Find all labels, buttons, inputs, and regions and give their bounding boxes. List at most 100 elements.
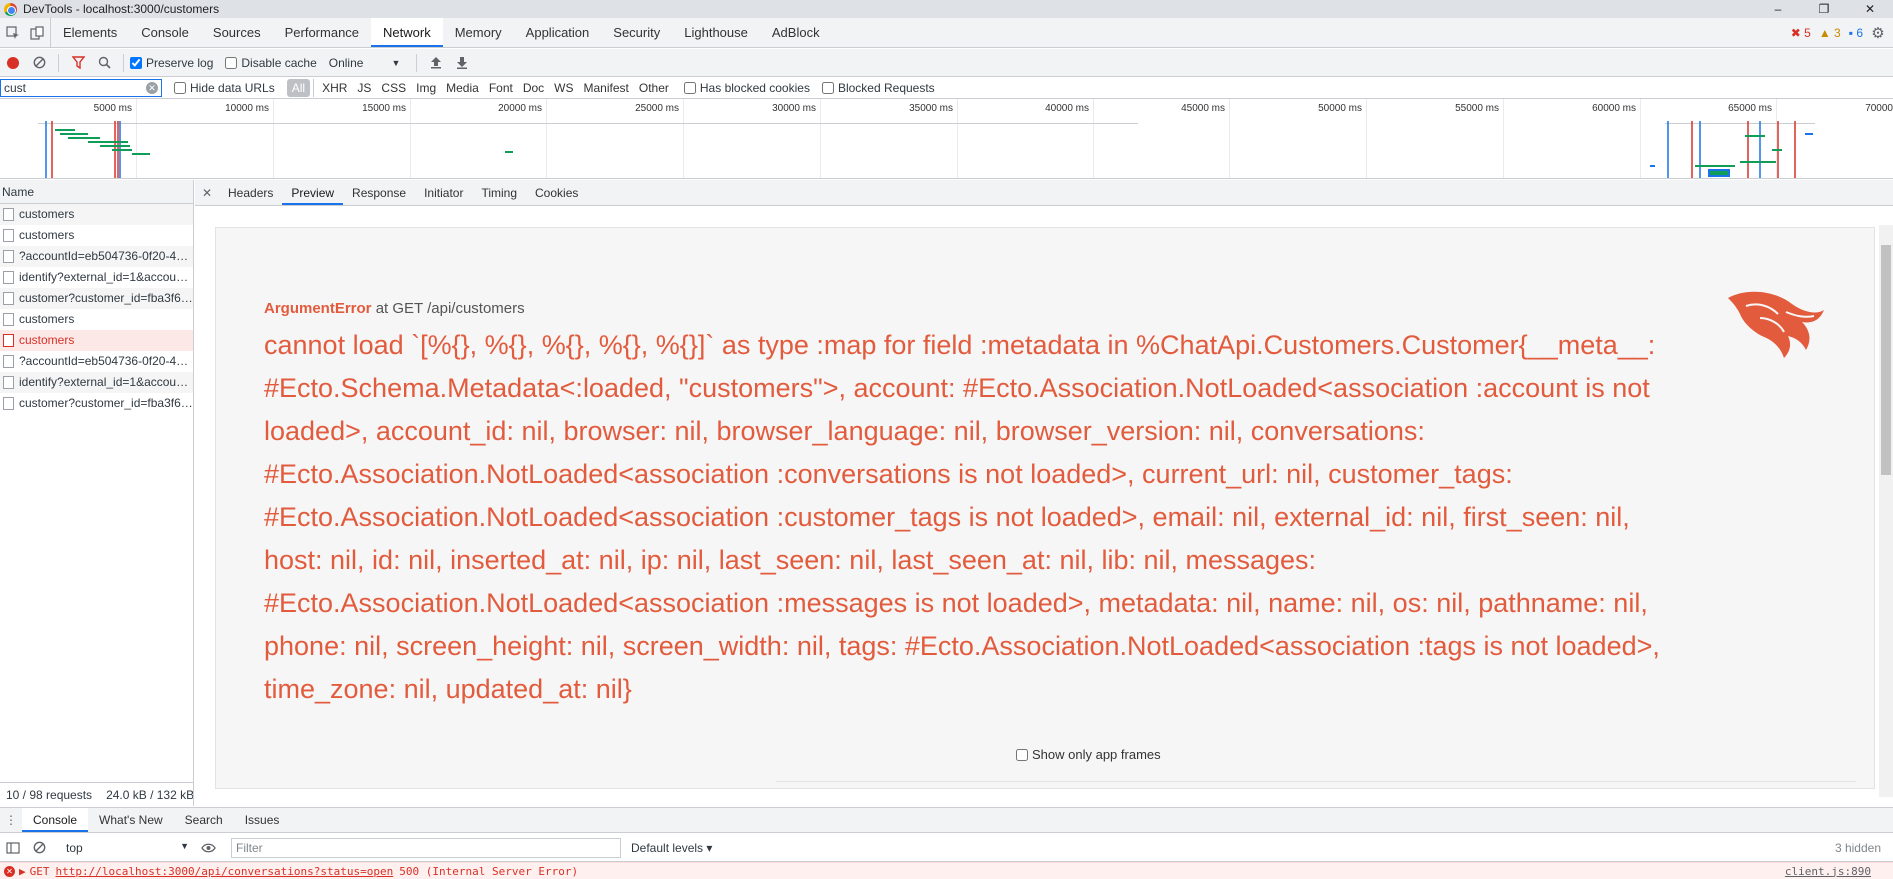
expand-arrow-icon[interactable]: ▶	[19, 865, 26, 878]
tab-adblock[interactable]: AdBlock	[760, 18, 832, 47]
overview-waterfall	[45, 121, 1813, 178]
hide-data-urls-checkbox[interactable]: Hide data URLs	[174, 81, 275, 95]
log-levels-select[interactable]: Default levels ▾	[631, 841, 712, 855]
request-row-selected-error[interactable]: customers	[0, 330, 193, 351]
export-har-button[interactable]	[449, 50, 475, 76]
drawer-tab-whats-new[interactable]: What's New	[88, 808, 174, 832]
request-row[interactable]: customers	[0, 309, 193, 330]
clear-filter-icon[interactable]: ✕	[146, 81, 158, 94]
execution-context-select[interactable]: top ▼	[60, 841, 195, 855]
request-url-link[interactable]: http://localhost:3000/api/conversations?…	[56, 865, 394, 878]
show-app-frames-checkbox[interactable]: Show only app frames	[1016, 747, 1161, 762]
error-name: ArgumentError	[264, 300, 372, 317]
blocked-requests-checkbox[interactable]: Blocked Requests	[821, 81, 935, 95]
has-blocked-cookies-input[interactable]	[683, 81, 696, 94]
import-har-button[interactable]	[423, 50, 449, 76]
tab-preview[interactable]: Preview	[282, 180, 344, 205]
hide-data-urls-input[interactable]	[174, 81, 186, 94]
type-filter-css[interactable]: CSS	[376, 79, 411, 97]
blocked-requests-input[interactable]	[821, 81, 834, 94]
info-count: 6	[1856, 25, 1863, 40]
type-filter-other[interactable]: Other	[634, 79, 674, 97]
tab-headers[interactable]: Headers	[219, 180, 282, 205]
tab-application[interactable]: Application	[514, 18, 602, 47]
settings-gear-icon[interactable]: ⚙	[1871, 25, 1885, 42]
type-filter-img[interactable]: Img	[411, 79, 441, 97]
tab-timing[interactable]: Timing	[472, 180, 526, 205]
tab-memory[interactable]: Memory	[443, 18, 514, 47]
tab-initiator[interactable]: Initiator	[415, 180, 472, 205]
request-row[interactable]: identify?external_id=1&accou…	[0, 372, 193, 393]
clear-console-button[interactable]	[26, 835, 52, 861]
document-icon	[3, 376, 14, 389]
device-toolbar-icon[interactable]	[30, 25, 44, 40]
scrollbar-thumb[interactable]	[1881, 245, 1891, 475]
tab-response[interactable]: Response	[343, 180, 415, 205]
drawer-tab-console[interactable]: Console	[22, 808, 89, 832]
document-icon	[3, 292, 14, 305]
request-row[interactable]: ?accountId=eb504736-0f20-4…	[0, 351, 193, 372]
record-button[interactable]	[0, 50, 26, 76]
type-filter-media[interactable]: Media	[441, 79, 484, 97]
console-filter-input[interactable]: Filter	[231, 837, 621, 858]
type-filter-doc[interactable]: Doc	[518, 79, 549, 97]
type-filter-xhr[interactable]: XHR	[317, 79, 352, 97]
request-row[interactable]: identify?external_id=1&accou…	[0, 267, 193, 288]
tab-sources[interactable]: Sources	[201, 18, 273, 47]
show-app-frames-input[interactable]	[1016, 748, 1028, 761]
tab-security[interactable]: Security	[601, 18, 672, 47]
type-filter-js[interactable]: JS	[352, 79, 376, 97]
disable-cache-checkbox[interactable]: Disable cache	[225, 56, 317, 70]
error-count-badge[interactable]: ✖ 5	[1791, 26, 1811, 40]
request-list: Name customers customers ?accountId=eb50…	[0, 180, 194, 806]
drawer-tab-issues[interactable]: Issues	[234, 808, 291, 832]
filter-toggle-button[interactable]	[65, 50, 91, 76]
network-filter-input[interactable]: cust ✕	[0, 78, 162, 97]
tab-performance[interactable]: Performance	[273, 18, 371, 47]
console-sidebar-toggle[interactable]	[0, 835, 26, 861]
tab-lighthouse[interactable]: Lighthouse	[672, 18, 760, 47]
drawer-menu-icon[interactable]: ⋮	[0, 808, 22, 832]
warning-count-badge[interactable]: ▲ 3	[1819, 26, 1841, 40]
live-expression-button[interactable]	[195, 835, 221, 861]
throttling-select[interactable]: Online ▼	[329, 56, 401, 70]
request-row[interactable]: ?accountId=eb504736-0f20-4…	[0, 246, 193, 267]
request-row[interactable]: customers	[0, 204, 193, 225]
issue-counters[interactable]: ✖ 5 ▲ 3 ▪ 6 ⚙	[1791, 18, 1893, 47]
drawer-tab-search[interactable]: Search	[174, 808, 234, 832]
name-column-header[interactable]: Name	[0, 180, 193, 204]
tab-elements[interactable]: Elements	[51, 18, 129, 47]
tab-network[interactable]: Network	[371, 18, 443, 47]
info-count-badge[interactable]: ▪ 6	[1849, 26, 1863, 40]
request-row[interactable]: customer?customer_id=fba3f6…	[0, 393, 193, 414]
hidden-messages-count: 3 hidden	[1834, 840, 1881, 855]
type-filter-manifest[interactable]: Manifest	[579, 79, 634, 97]
request-row[interactable]: customers	[0, 225, 193, 246]
disable-cache-input[interactable]	[225, 56, 238, 69]
inspect-element-icon[interactable]	[6, 25, 20, 40]
window-controls: – ❐ ✕	[1755, 0, 1893, 18]
type-filter-all[interactable]: All	[286, 78, 311, 97]
type-filter-ws[interactable]: WS	[549, 79, 578, 97]
request-row[interactable]: customer?customer_id=fba3f6…	[0, 288, 193, 309]
close-details-icon[interactable]: ✕	[195, 180, 219, 205]
preserve-log-checkbox[interactable]: Preserve log	[130, 56, 213, 70]
toolbar-divider	[58, 53, 59, 72]
console-error-message[interactable]: ✕ ▶ GET http://localhost:3000/api/conver…	[0, 862, 1893, 879]
preview-scrollbar[interactable]	[1879, 225, 1893, 797]
type-filter-font[interactable]: Font	[484, 79, 518, 97]
has-blocked-cookies-checkbox[interactable]: Has blocked cookies	[683, 81, 810, 95]
clear-button[interactable]	[26, 50, 52, 76]
error-page-card: ArgumentError at GET /api/customers cann…	[215, 227, 1875, 789]
network-filter-row: cust ✕ Hide data URLs All XHR JS CSS Img…	[0, 77, 1893, 99]
tab-console[interactable]: Console	[129, 18, 201, 47]
devtools-main-tabs: Elements Console Sources Performance Net…	[0, 18, 1893, 48]
restore-button[interactable]: ❐	[1801, 0, 1847, 18]
tab-cookies[interactable]: Cookies	[526, 180, 587, 205]
source-location-link[interactable]: client.js:890	[1785, 865, 1871, 878]
search-button[interactable]	[91, 50, 117, 76]
preserve-log-input[interactable]	[130, 56, 142, 69]
minimize-button[interactable]: –	[1755, 0, 1801, 18]
network-overview-timeline[interactable]: 5000 ms 10000 ms 15000 ms 20000 ms 25000…	[0, 99, 1893, 179]
close-window-button[interactable]: ✕	[1847, 0, 1893, 18]
